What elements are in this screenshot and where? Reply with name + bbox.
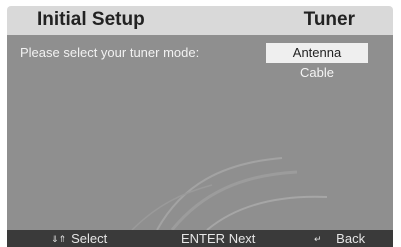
tuner-mode-prompt: Please select your tuner mode: [20,45,200,60]
back-arrow-icon: ↵ [314,234,322,244]
footer-hint-bar: ⇓⇑ Select ENTER Next ↵ Back [7,230,393,247]
header-bar: Initial Setup Tuner [7,6,393,35]
content-panel: Please select your tuner mode: Antenna C… [7,35,393,230]
back-hint: ↵ Back [314,231,365,246]
select-hint: ⇓⇑ Select [51,231,107,246]
section-title: Tuner [303,9,355,30]
up-down-arrows-icon: ⇓⇑ [51,234,67,244]
select-hint-label: Select [71,231,108,246]
enter-key-label: ENTER [181,231,226,246]
next-hint-label: Next [228,231,256,246]
setup-window: Initial Setup Tuner Please select your t… [7,6,393,247]
next-hint: ENTER Next [181,231,255,246]
option-cable[interactable]: Cable [266,63,368,83]
back-hint-label: Back [336,231,366,246]
page-title: Initial Setup [37,9,145,30]
option-antenna[interactable]: Antenna [266,43,368,63]
